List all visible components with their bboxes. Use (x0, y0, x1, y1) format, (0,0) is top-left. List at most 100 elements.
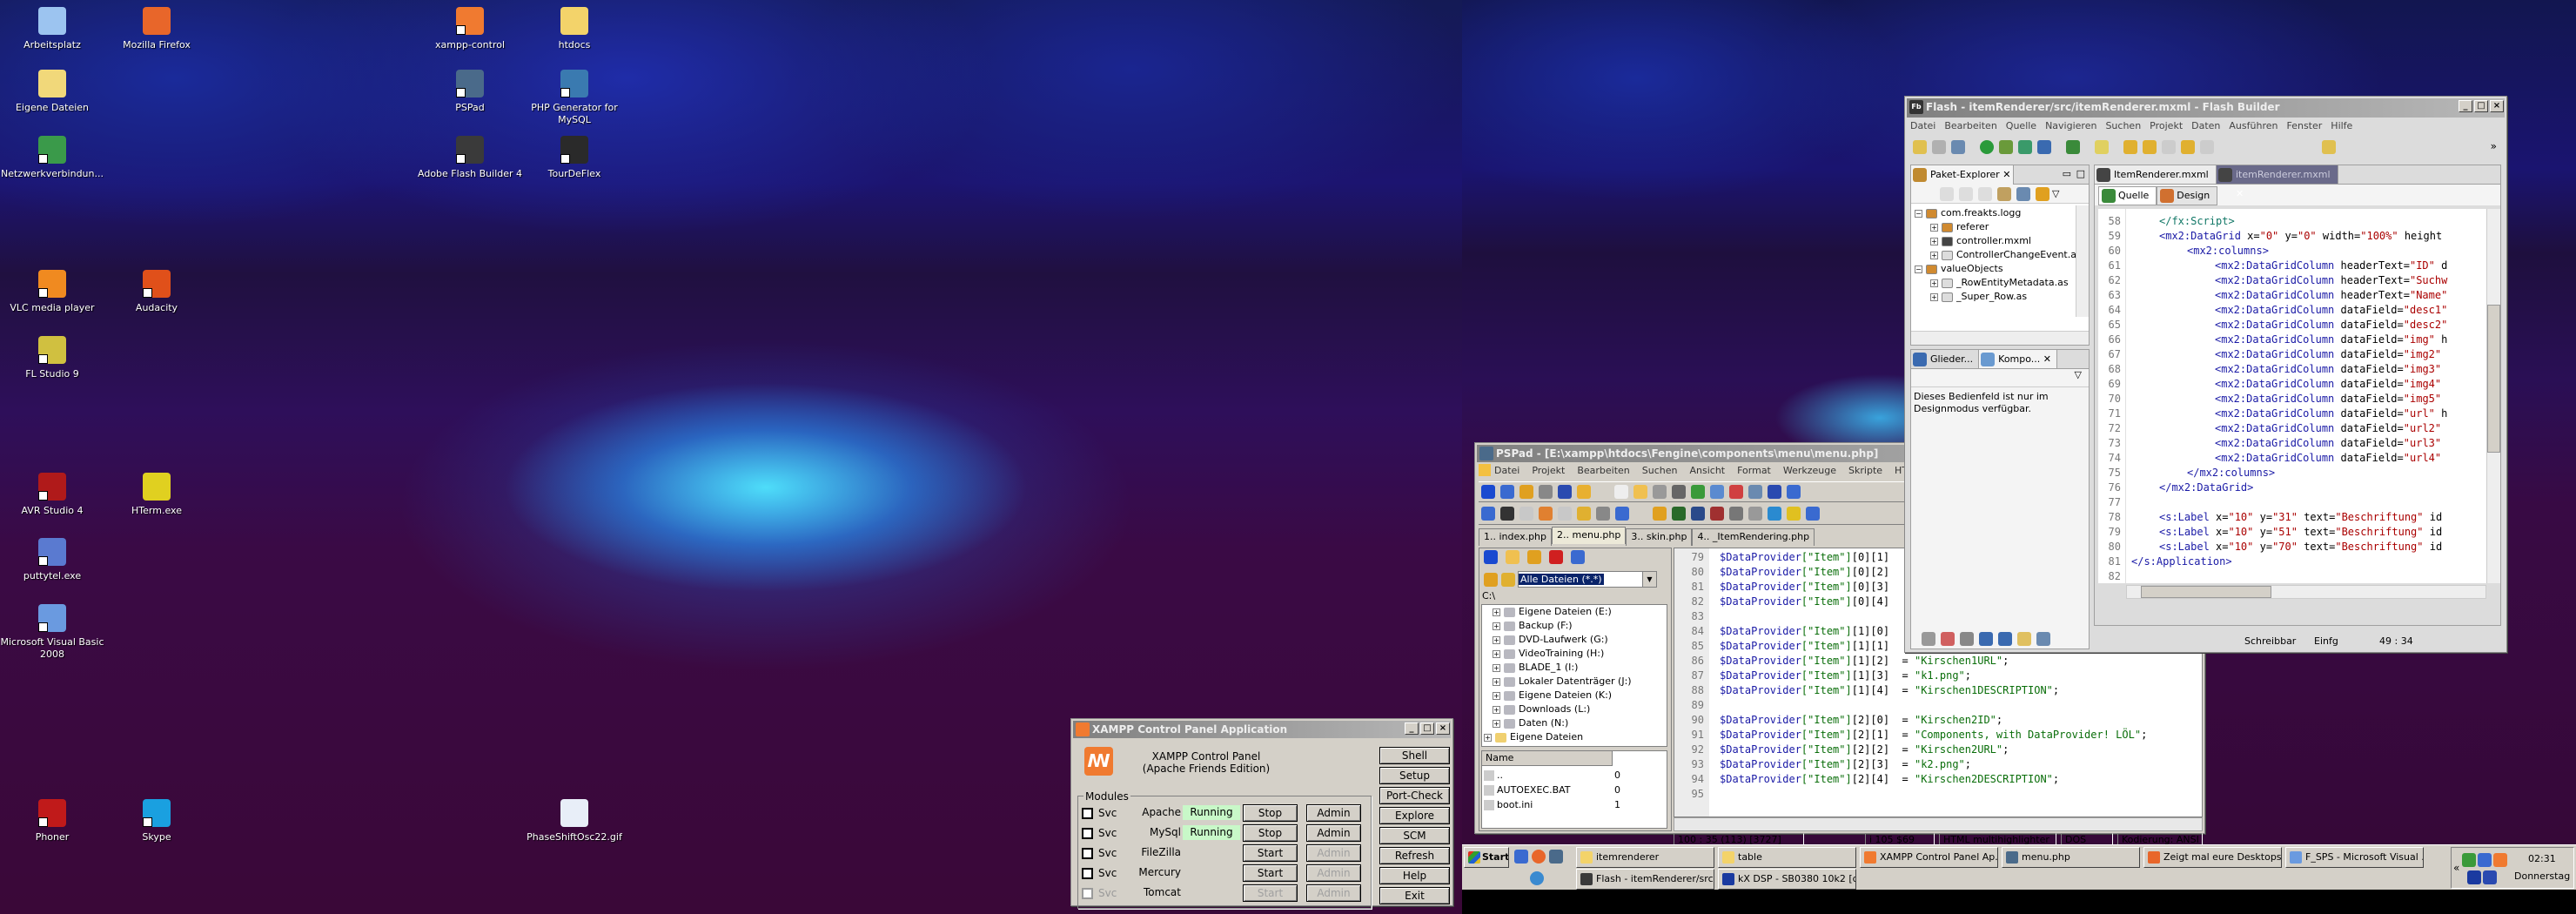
desktop-icon[interactable]: Phoner (0, 799, 104, 843)
desktop-icon[interactable]: puttytel.exe (0, 538, 104, 582)
tree-item[interactable]: + _RowEntityMetadata.as (1915, 276, 2085, 290)
clock-time[interactable]: 02:31 (2528, 853, 2556, 864)
tree-item[interactable]: + ControllerChangeEvent.as (1915, 248, 2085, 262)
media-player-quicklaunch-icon[interactable] (1530, 871, 1544, 885)
wand-icon[interactable] (1786, 507, 1801, 521)
export-icon[interactable] (2037, 140, 2051, 154)
desktop-icon[interactable]: PhaseShiftOsc22.gif (522, 799, 627, 843)
forward-icon[interactable] (2200, 140, 2214, 154)
file-tab[interactable]: 2.. menu.php (1552, 527, 1627, 544)
collapse-icon[interactable]: − (1915, 209, 1922, 218)
explorer-vscrollbar[interactable] (2076, 205, 2089, 317)
minimize-button[interactable]: _ (2459, 100, 2472, 112)
module-start-button[interactable]: Start (1243, 844, 1298, 862)
menu-item[interactable]: Format (1737, 465, 1771, 476)
module-start-button[interactable]: Start (1243, 864, 1298, 882)
log-icon[interactable] (1558, 485, 1572, 499)
tree-item[interactable]: + controller.mxml (1915, 234, 2085, 248)
tree-item[interactable]: + Lokaler Datenträger (J:) (1493, 675, 1667, 689)
desktop-icon[interactable]: VLC media player (0, 270, 104, 314)
module-admin-button[interactable]: Admin (1306, 864, 1361, 882)
taskbar-button[interactable]: menu.php (2002, 847, 2140, 868)
refresh-icon[interactable] (1484, 573, 1498, 587)
taskbar-button[interactable]: table (1718, 847, 1856, 868)
file-row[interactable]: boot.ini 1 (1484, 799, 1665, 814)
file-row[interactable]: AUTOEXEC.BAT 0 (1484, 784, 1665, 799)
color-icon[interactable] (1671, 507, 1686, 521)
close-icon[interactable]: ✕ (2236, 188, 2244, 199)
new-file-icon[interactable] (1613, 485, 1628, 499)
close-button[interactable]: × (2490, 100, 2504, 112)
menu-item[interactable]: Projekt (1532, 465, 1565, 476)
back-icon[interactable] (1940, 187, 1954, 201)
profile-icon[interactable] (2018, 140, 2032, 154)
menu-item[interactable]: Skripte (1848, 465, 1882, 476)
ftp-tab-icon[interactable] (1527, 550, 1541, 564)
desktop-icon[interactable]: Eigene Dateien (0, 70, 104, 114)
tree-item[interactable]: + VideoTraining (H:) (1493, 647, 1667, 661)
desktop-icon[interactable]: htdocs (522, 7, 627, 51)
prev-annotation-icon[interactable] (2143, 140, 2157, 154)
svc-checkbox[interactable] (1082, 808, 1093, 819)
files-tab-icon[interactable] (1506, 550, 1519, 564)
tag2-icon[interactable] (1748, 507, 1762, 521)
desktop-icon[interactable]: FL Studio 9 (0, 336, 104, 380)
view-tab[interactable]: Glieder... (1911, 350, 1980, 368)
editor-tab[interactable]: itemRenderer.mxml ✕ (2217, 165, 2338, 199)
maximize-button[interactable]: □ (2474, 100, 2488, 112)
expand-icon[interactable]: + (1493, 649, 1500, 658)
view-menu-icon[interactable]: ▽ (1911, 369, 2089, 386)
tray-expand-icon[interactable]: « (2453, 862, 2459, 874)
favorites-tab-icon[interactable] (1549, 550, 1563, 564)
scm-button[interactable]: SCM (1379, 827, 1450, 844)
menu-item[interactable]: Quelle (2006, 120, 2036, 131)
refresh-button[interactable]: Refresh (1379, 847, 1450, 864)
sync-icon[interactable] (2036, 187, 2049, 201)
file-row[interactable]: .. 0 (1484, 770, 1665, 784)
globe-icon[interactable] (1767, 507, 1781, 521)
desktop-icon[interactable]: Mozilla Firefox (104, 7, 209, 51)
module-admin-button[interactable]: Admin (1306, 884, 1361, 902)
file-tab[interactable]: 1.. index.php (1479, 528, 1553, 546)
tree-item[interactable]: + DVD-Laufwerk (G:) (1493, 633, 1667, 647)
link-icon[interactable] (1997, 187, 2011, 201)
file-filter-select[interactable]: Alle Dateien (*.*) ▼ (1518, 571, 1657, 588)
stop-icon[interactable] (2066, 140, 2080, 154)
shell-button[interactable]: Shell (1379, 747, 1450, 764)
module-admin-button[interactable]: Admin (1306, 844, 1361, 862)
editor-hscrollbar[interactable] (2126, 585, 2486, 599)
run-icon[interactable] (1980, 140, 1994, 154)
expand-icon[interactable]: + (1493, 691, 1500, 700)
menu-item[interactable]: Ausführen (2229, 120, 2277, 131)
desktop-icon[interactable]: xampp-control (418, 7, 522, 51)
menu-item[interactable]: Suchen (1642, 465, 1678, 476)
project-open-icon[interactable] (1500, 485, 1514, 499)
expand-icon[interactable]: + (1493, 663, 1500, 672)
menu-item[interactable]: Datei (1910, 120, 1935, 131)
expand-icon[interactable]: + (1493, 719, 1500, 728)
open-folder-icon[interactable] (1633, 485, 1647, 499)
collapse-icon[interactable]: − (1915, 265, 1922, 273)
expand-icon[interactable]: + (1484, 733, 1492, 742)
pspad-quicklaunch-icon[interactable] (1549, 850, 1563, 864)
expand-icon[interactable]: + (1493, 705, 1500, 714)
tree-item[interactable]: + Daten (N:) (1493, 716, 1667, 730)
desktop-icon[interactable]: PHP Generator for MySQL (522, 70, 627, 126)
expand-icon[interactable]: + (1493, 635, 1500, 644)
expand-icon[interactable]: + (1493, 622, 1500, 630)
maximize-view-icon[interactable]: □ (2076, 168, 2085, 179)
port-check-button[interactable]: Port-Check (1379, 787, 1450, 804)
replace-icon[interactable] (1728, 485, 1743, 499)
file-tab[interactable]: 3.. skin.php (1626, 528, 1693, 546)
tree-item[interactable]: + referer (1915, 220, 2085, 234)
module-stop-button[interactable]: Stop (1243, 824, 1298, 842)
project-tab-icon[interactable] (1484, 550, 1498, 564)
menu-item[interactable]: Bearbeiten (1944, 120, 1996, 131)
tree-item[interactable]: + Downloads (L:) (1493, 702, 1667, 716)
mxml-code-editor[interactable]: 58 </fx:Script> 59 <mx2:DataGrid x="0" y="0… (2098, 209, 2486, 583)
tree-item[interactable]: + _Super_Row.as (1915, 290, 2085, 304)
tag-icon[interactable] (1728, 507, 1743, 521)
start-button[interactable]: Start (1464, 847, 1509, 868)
chevron-down-icon[interactable]: ▼ (1642, 572, 1656, 587)
columns-icon[interactable] (1558, 507, 1572, 521)
